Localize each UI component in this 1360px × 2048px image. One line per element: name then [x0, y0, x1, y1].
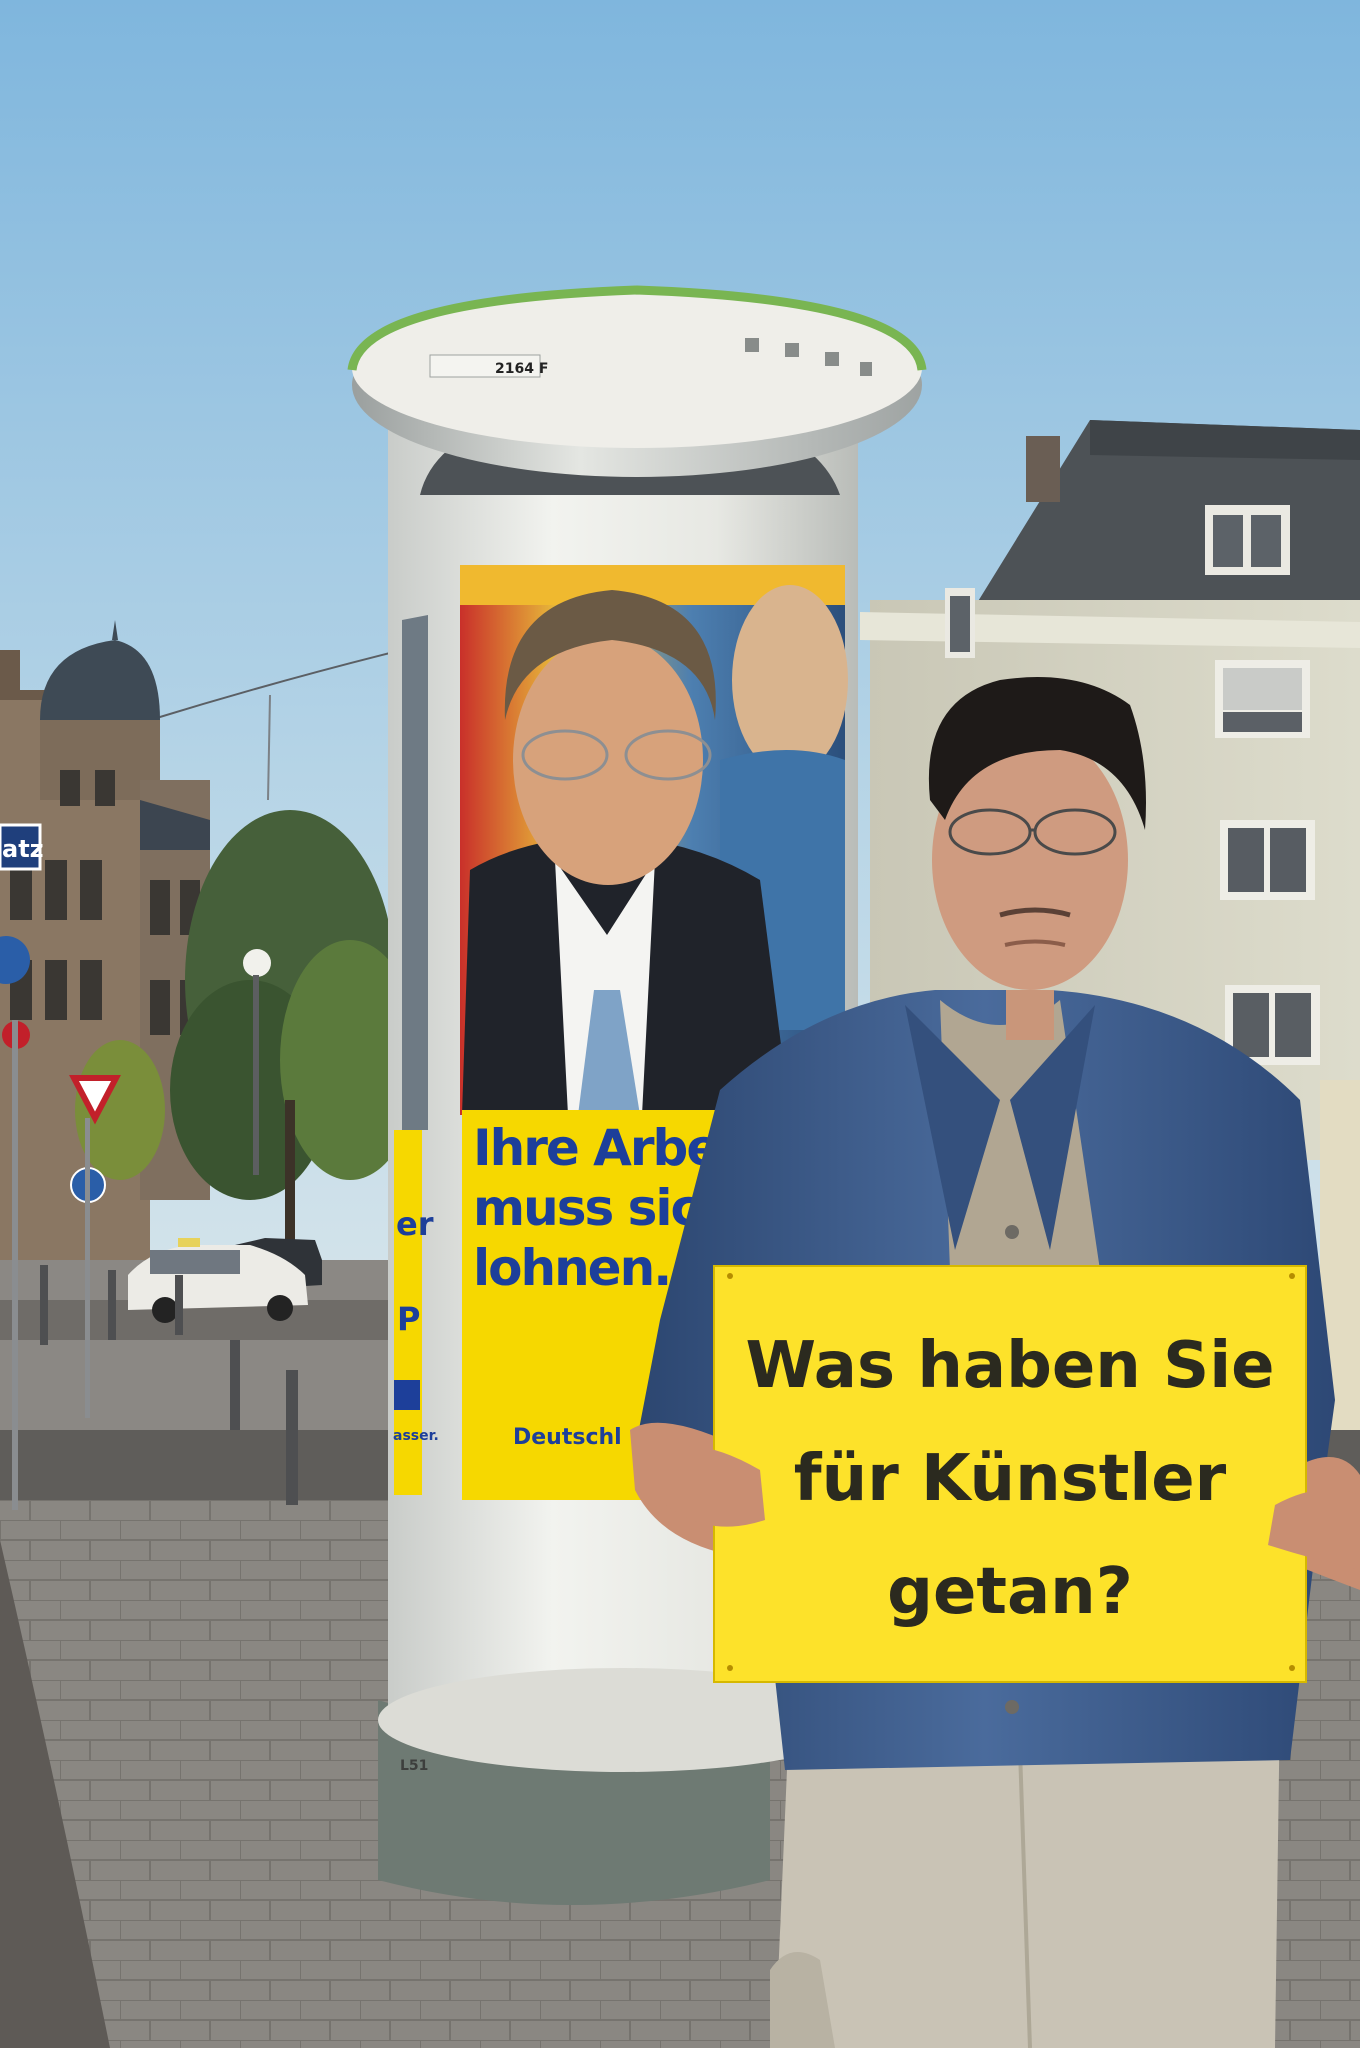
- sign-pole: [85, 1118, 90, 1418]
- protest-sign: Was haben Sie für Künstler getan?: [713, 1265, 1307, 1683]
- photo-scene: atz 2164 F L51 er P asser. Ihre Arbeit m…: [0, 0, 1360, 2048]
- poster-footer-text: Deutschl: [513, 1425, 622, 1450]
- sign-pole-left: [12, 1020, 18, 1510]
- protest-sign-line-1: Was haben Sie: [745, 1329, 1274, 1403]
- poster-background-face: [732, 585, 848, 775]
- street-name-sign: atz: [0, 823, 44, 871]
- poster-man-face: [513, 635, 703, 885]
- column-id-label: 2164 F: [495, 361, 548, 377]
- side-poster-text-bottom: asser.: [393, 1428, 439, 1444]
- side-poster-text-top: er: [396, 1205, 434, 1243]
- protest-sign-line-3: getan?: [887, 1555, 1133, 1629]
- side-poster-text-mid: P: [397, 1300, 420, 1338]
- street-sign-text: atz: [2, 835, 44, 863]
- protest-sign-line-2: für Künstler: [794, 1442, 1227, 1516]
- photo-canvas: atz 2164 F L51 er P asser. Ihre Arbeit m…: [0, 0, 1360, 2048]
- column-base-mark: L51: [400, 1758, 428, 1774]
- poster-slogan-line-3: lohnen.: [473, 1239, 670, 1297]
